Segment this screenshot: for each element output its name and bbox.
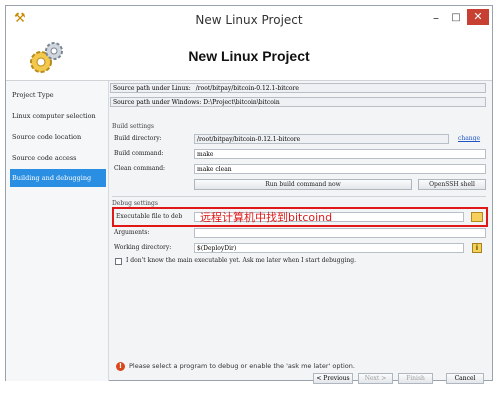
- windows-path-value: D:\Project\bitcoin\bitcoin: [203, 99, 280, 106]
- error-icon: !: [116, 362, 125, 371]
- arguments-label: Arguments:: [114, 229, 150, 236]
- divider: [112, 196, 486, 197]
- maximize-button[interactable]: □: [447, 11, 465, 25]
- wizard-steps-sidebar: Project Type Linux computer selection So…: [6, 81, 109, 381]
- sidebar-item-linux-computer-selection[interactable]: Linux computer selection: [10, 107, 106, 125]
- info-icon[interactable]: i: [472, 243, 482, 253]
- build-directory-label: Build directory:: [114, 135, 162, 142]
- build-directory-field: /root/bitpay/bitcoin-0.12.1-bitcore: [194, 134, 449, 144]
- clean-command-input[interactable]: make clean: [194, 164, 486, 174]
- build-command-input[interactable]: make: [194, 149, 486, 159]
- sidebar-item-source-code-location[interactable]: Source code location: [10, 128, 106, 146]
- page-title: New Linux Project: [188, 48, 310, 64]
- windows-path-row: Source path under Windows: D:\Project\bi…: [110, 97, 486, 107]
- ask-later-checkbox[interactable]: [115, 258, 122, 265]
- change-link[interactable]: change: [458, 135, 480, 142]
- wizard-content: Source path under Linux: /root/bitpay/bi…: [110, 81, 490, 384]
- clean-command-label: Clean command:: [114, 165, 166, 172]
- sidebar-item-source-code-access[interactable]: Source code access: [10, 149, 106, 167]
- ask-later-label: I don't know the main executable yet. As…: [126, 257, 356, 264]
- sidebar-item-building-and-debugging[interactable]: Building and debugging: [10, 169, 106, 187]
- wizard-header: New Linux Project: [6, 36, 492, 81]
- minimize-button[interactable]: –: [427, 11, 445, 25]
- status-message: Please select a program to debug or enab…: [129, 362, 355, 370]
- finish-button[interactable]: Finish: [398, 373, 433, 384]
- sidebar-item-project-type[interactable]: Project Type: [10, 86, 106, 104]
- linux-path-label: Source path under Linux:: [113, 85, 191, 92]
- title-bar: ⚒ New Linux Project – □ ✕: [6, 6, 492, 37]
- openssh-shell-button[interactable]: OpenSSH shell: [418, 179, 486, 190]
- working-directory-input[interactable]: $(DeployDir): [194, 243, 464, 253]
- working-directory-label: Working directory:: [114, 244, 172, 251]
- window-title: New Linux Project: [195, 13, 303, 27]
- cancel-button[interactable]: Cancel: [446, 373, 484, 384]
- debug-settings-heading: Debug settings: [112, 200, 158, 207]
- annotation-text: 远程计算机中找到bitcoind: [200, 211, 333, 224]
- arguments-input[interactable]: [194, 228, 486, 238]
- build-settings-heading: Build settings: [112, 123, 155, 130]
- windows-path-label: Source path under Windows:: [113, 99, 202, 106]
- next-button[interactable]: Next >: [358, 373, 393, 384]
- linux-path-value: /root/bitpay/bitcoin-0.12.1-bitcore: [195, 85, 299, 92]
- previous-button[interactable]: < Previous: [313, 373, 353, 384]
- linux-path-row: Source path under Linux: /root/bitpay/bi…: [110, 83, 486, 93]
- close-button[interactable]: ✕: [467, 9, 489, 25]
- run-build-command-button[interactable]: Run build command now: [194, 179, 412, 190]
- build-command-label: Build command:: [114, 150, 164, 157]
- wizard-window: ⚒ New Linux Project – □ ✕ New Linux Proj…: [5, 5, 493, 384]
